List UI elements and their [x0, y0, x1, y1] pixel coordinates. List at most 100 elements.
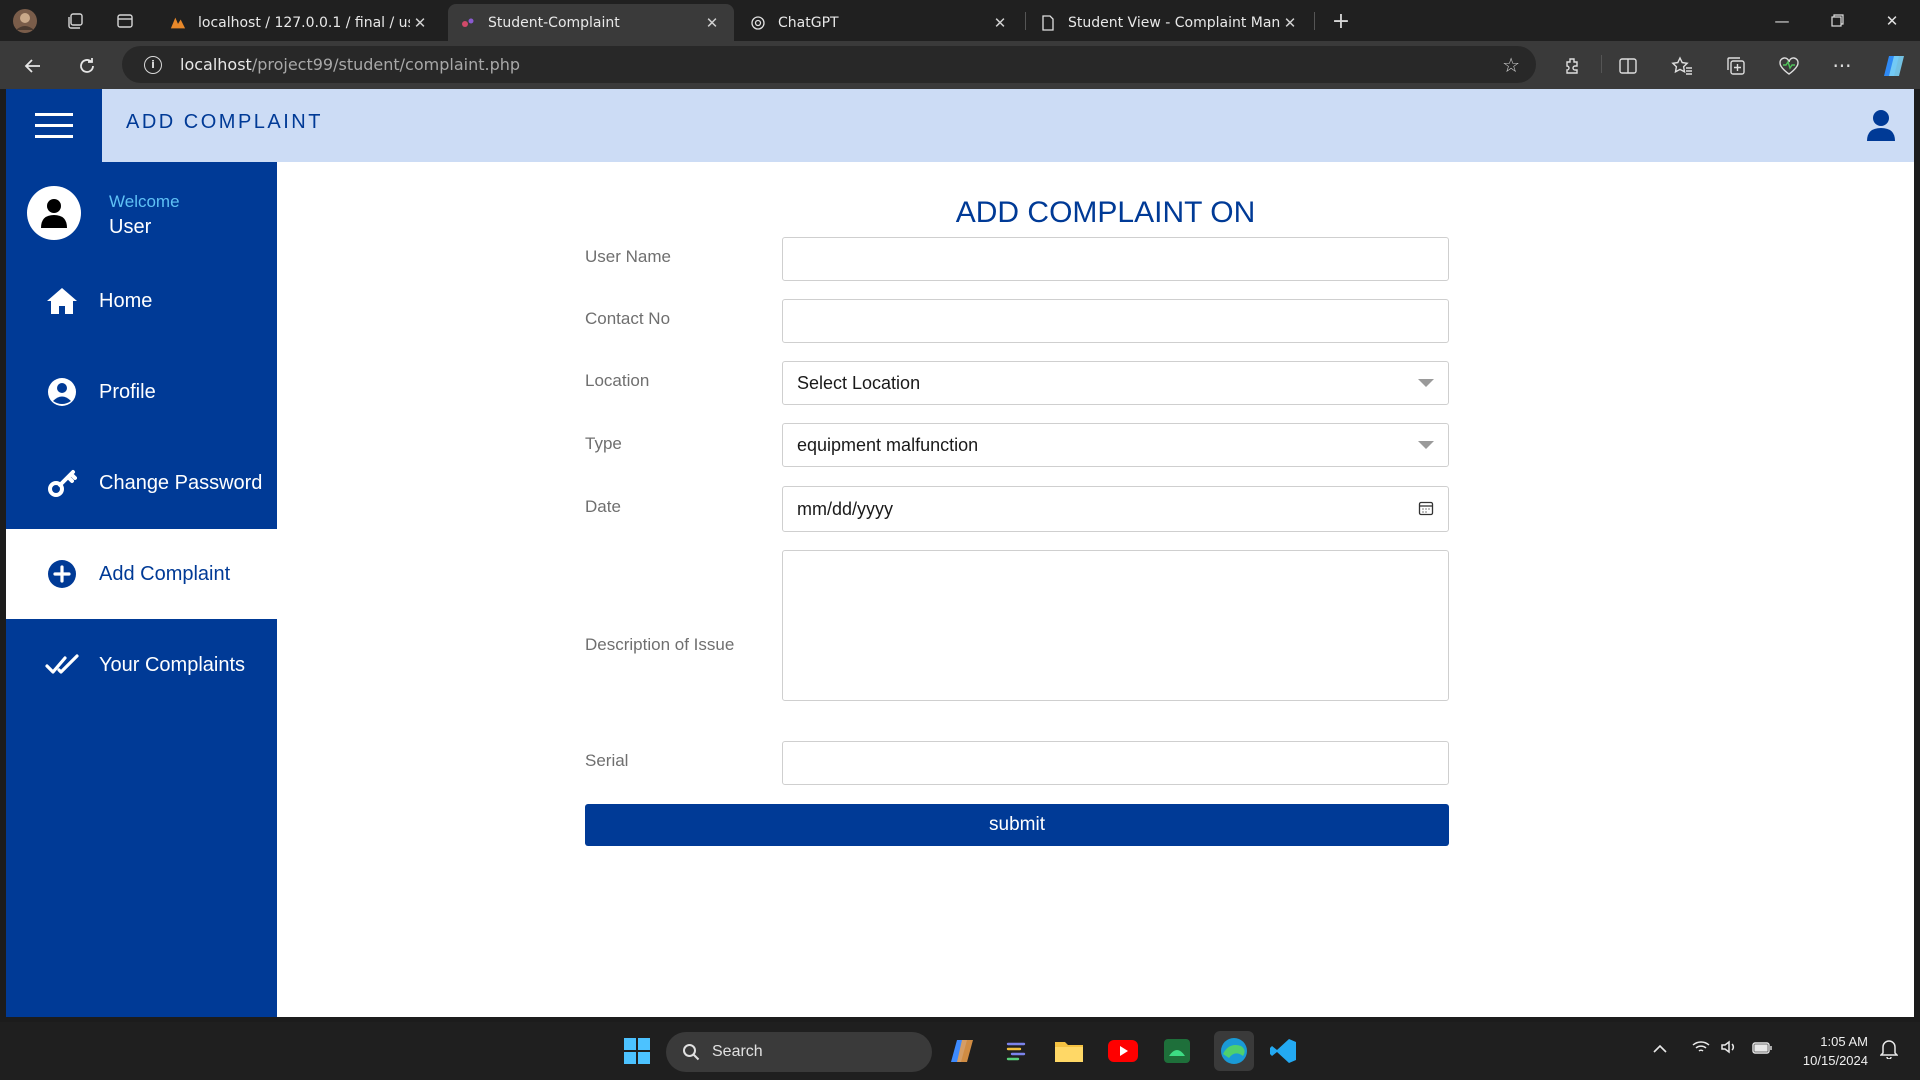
tab-title: localhost / 127.0.0.1 / final / user_: [198, 14, 410, 31]
avatar: [27, 186, 81, 240]
tab-phpmyadmin[interactable]: localhost / 127.0.0.1 / final / user_ ✕: [158, 4, 442, 41]
vscode-icon[interactable]: [1266, 1034, 1300, 1068]
key-icon: [42, 468, 82, 498]
profile-avatar-icon[interactable]: [12, 8, 38, 34]
description-label: Description of Issue: [585, 635, 735, 654]
serial-input[interactable]: [782, 741, 1449, 785]
restore-icon[interactable]: [1809, 0, 1865, 41]
description-textarea[interactable]: [782, 550, 1449, 701]
chevron-down-icon: [1418, 441, 1434, 449]
web-page: ADD COMPLAINT Welcome User Home Profile …: [6, 89, 1914, 1017]
sidebar-item-your-complaints[interactable]: Your Complaints: [6, 620, 277, 710]
serial-label: Serial: [585, 751, 629, 770]
tab-student-view[interactable]: Student View - Complaint Manag ✕: [1028, 4, 1312, 41]
taskbar: Search 1:05 AM 10/15/2024: [0, 1022, 1920, 1080]
profile-icon: [42, 377, 82, 407]
close-tab-icon[interactable]: ✕: [1280, 14, 1300, 32]
clock-time: 1:05 AM: [1820, 1034, 1868, 1049]
sidebar-item-profile[interactable]: Profile: [6, 347, 277, 437]
minimize-icon[interactable]: —: [1754, 0, 1810, 41]
username-input[interactable]: [782, 237, 1449, 281]
location-select[interactable]: Select Location: [782, 361, 1449, 405]
copilot-app-icon[interactable]: [945, 1034, 979, 1068]
address-bar[interactable]: i localhost/project99/student/complaint.…: [122, 46, 1536, 83]
volume-icon[interactable]: [1720, 1040, 1738, 1058]
back-icon[interactable]: [17, 50, 49, 82]
tab-title: Student View - Complaint Manag: [1068, 14, 1280, 31]
page-icon: [1040, 14, 1056, 31]
battery-icon[interactable]: [1752, 1040, 1772, 1058]
windows-start-icon[interactable]: [620, 1034, 654, 1068]
chatgpt-icon: [750, 15, 766, 31]
search-icon: [683, 1044, 700, 1061]
submit-button[interactable]: submit: [585, 804, 1449, 846]
close-tab-icon[interactable]: ✕: [702, 14, 722, 32]
edge-browser-icon[interactable]: [1214, 1031, 1254, 1071]
toolbar-separator: [1601, 55, 1602, 73]
sidebar-item-add-complaint[interactable]: Add Complaint: [6, 529, 277, 619]
welcome-username: User: [109, 216, 152, 238]
task-app-icon[interactable]: [999, 1034, 1033, 1068]
contact-input[interactable]: [782, 299, 1449, 343]
sidebar-item-change-password[interactable]: Change Password: [6, 438, 277, 528]
chevron-down-icon: [1418, 379, 1434, 387]
workspaces-icon[interactable]: [62, 8, 88, 34]
menu-toggle-icon[interactable]: [6, 89, 102, 162]
refresh-icon[interactable]: [71, 50, 103, 82]
sidebar-item-label: Home: [99, 289, 153, 312]
notification-bell-icon[interactable]: [1879, 1039, 1899, 1063]
more-menu-icon[interactable]: ···: [1826, 50, 1858, 82]
page-title: ADD COMPLAINT: [126, 111, 323, 133]
sidebar-item-label: Your Complaints: [99, 653, 246, 676]
browser-toolbar: i localhost/project99/student/complaint.…: [0, 41, 1920, 89]
sidebar-item-label: Add Complaint: [99, 562, 231, 585]
user-avatar-icon: [41, 199, 67, 228]
browser-essentials-icon[interactable]: [1773, 50, 1805, 82]
tab-chatgpt[interactable]: ChatGPT ✕: [738, 4, 1022, 41]
url-text: localhost/project99/student/complaint.ph…: [180, 55, 520, 74]
search-label: Search: [712, 1043, 763, 1060]
android-studio-icon[interactable]: [1160, 1034, 1194, 1068]
url-path: /project99/student/complaint.php: [251, 55, 521, 74]
close-window-icon[interactable]: ✕: [1864, 0, 1920, 41]
sidebar: Welcome User Home Profile Change Passwor…: [6, 162, 277, 1017]
main-content: ADD COMPLAINT ON User Name Contact No Lo…: [277, 162, 1914, 1017]
welcome-text: Welcome: [109, 192, 180, 211]
location-label: Location: [585, 371, 650, 390]
form-title: ADD COMPLAINT ON: [955, 196, 1256, 229]
sidebar-item-home[interactable]: Home: [6, 256, 277, 346]
tab-title: Student-Complaint: [488, 14, 620, 31]
welcome-panel: Welcome User: [27, 186, 267, 246]
close-tab-icon[interactable]: ✕: [990, 14, 1010, 32]
new-tab-icon[interactable]: +: [1328, 8, 1354, 34]
double-check-icon: [42, 654, 82, 676]
file-explorer-icon[interactable]: [1052, 1034, 1086, 1068]
show-hidden-icons[interactable]: [1652, 1040, 1668, 1058]
tab-separator: [1025, 12, 1026, 30]
site-icon: [460, 15, 476, 31]
date-input-value: mm/dd/yyyy: [797, 498, 894, 519]
taskbar-search[interactable]: Search: [666, 1032, 932, 1072]
tab-student-complaint[interactable]: Student-Complaint ✕: [448, 4, 734, 41]
favorite-star-icon[interactable]: ☆: [1502, 53, 1520, 77]
sidebar-item-label: Change Password: [99, 471, 263, 494]
extensions-icon[interactable]: [1556, 50, 1588, 82]
youtube-icon[interactable]: [1106, 1034, 1140, 1068]
calendar-icon[interactable]: [1418, 500, 1434, 516]
copilot-icon[interactable]: [1878, 50, 1910, 82]
phpmyadmin-icon: [170, 15, 186, 31]
date-input[interactable]: mm/dd/yyyy: [782, 486, 1449, 532]
date-label: Date: [585, 497, 621, 516]
collections-icon[interactable]: [1720, 50, 1752, 82]
tab-actions-icon[interactable]: [112, 8, 138, 34]
system-clock[interactable]: 1:05 AM 10/15/2024: [1803, 1032, 1868, 1070]
wifi-icon[interactable]: [1692, 1040, 1710, 1058]
user-account-icon[interactable]: [1866, 109, 1896, 141]
site-info-icon[interactable]: i: [144, 55, 162, 74]
favorites-icon[interactable]: [1666, 50, 1698, 82]
split-screen-icon[interactable]: [1612, 50, 1644, 82]
type-select[interactable]: equipment malfunction: [782, 423, 1449, 467]
home-icon: [42, 287, 82, 315]
location-select-value: Select Location: [797, 372, 921, 393]
close-tab-icon[interactable]: ✕: [410, 14, 430, 32]
